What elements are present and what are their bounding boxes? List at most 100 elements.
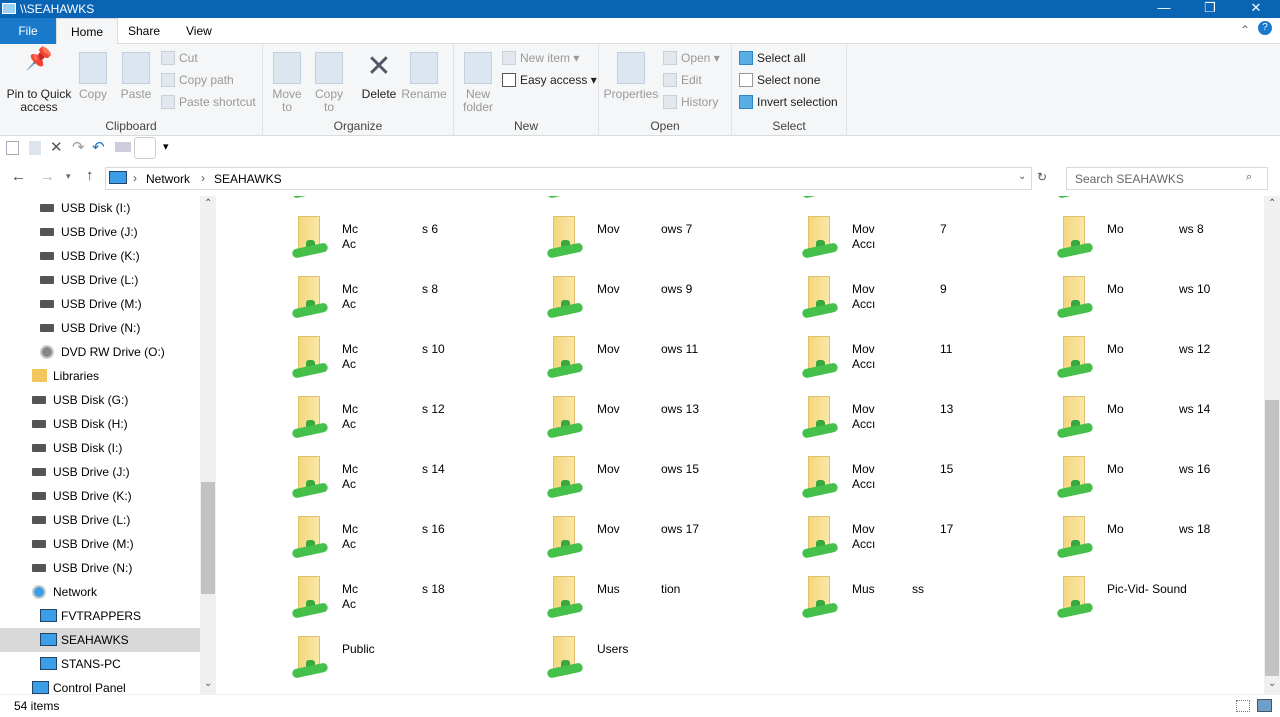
- qat-input[interactable]: [134, 137, 156, 159]
- folder-item[interactable]: Mc Ac s 6: [290, 214, 540, 270]
- redo-icon[interactable]: ↷: [72, 138, 85, 156]
- search-input[interactable]: Search SEAHAWKS: [1066, 167, 1268, 190]
- copy-path-button[interactable]: Copy path: [161, 70, 234, 90]
- nav-item[interactable]: USB Disk (I:): [0, 196, 200, 220]
- forward-icon[interactable]: →: [40, 168, 55, 185]
- refresh-icon[interactable]: ↻: [1037, 170, 1047, 184]
- new-folder-icon[interactable]: [29, 141, 41, 155]
- new-item-button[interactable]: New item ▾: [502, 48, 579, 68]
- folder-item[interactable]: Users: [545, 634, 795, 690]
- folder-item[interactable]: [800, 196, 1050, 210]
- content-scrollbar[interactable]: ⌃ ⌄: [1264, 196, 1280, 694]
- collapse-ribbon-icon[interactable]: ⌃: [1240, 23, 1250, 37]
- nav-item[interactable]: USB Disk (G:): [0, 388, 200, 412]
- folder-item[interactable]: Mov ows 7: [545, 214, 795, 270]
- folder-item[interactable]: Mov ows 9: [545, 274, 795, 330]
- folder-item[interactable]: Mo ws 18: [1055, 514, 1264, 570]
- nav-item[interactable]: USB Drive (M:): [0, 292, 200, 316]
- folder-item[interactable]: Mov ows 13: [545, 394, 795, 450]
- folder-item[interactable]: Mov ows 11: [545, 334, 795, 390]
- folder-item[interactable]: Mc Ac s 10: [290, 334, 540, 390]
- nav-item[interactable]: Network: [0, 580, 200, 604]
- recent-locations-icon[interactable]: ▾: [66, 171, 71, 182]
- select-all-button[interactable]: Select all: [739, 48, 806, 68]
- copy-to-button[interactable]: Copy to: [311, 50, 347, 114]
- rename-icon[interactable]: [115, 142, 131, 152]
- select-none-button[interactable]: Select none: [739, 70, 820, 90]
- easy-access-button[interactable]: Easy access ▾: [502, 70, 597, 90]
- nav-item[interactable]: USB Drive (M:): [0, 532, 200, 556]
- folder-item[interactable]: Mov Accı 15: [800, 454, 1050, 510]
- folder-item[interactable]: [1055, 196, 1264, 210]
- folder-item[interactable]: Mov ows 15: [545, 454, 795, 510]
- folder-item[interactable]: Mov Accı 13: [800, 394, 1050, 450]
- folder-item[interactable]: Mc Ac s 8: [290, 274, 540, 330]
- folder-item[interactable]: Mo ws 16: [1055, 454, 1264, 510]
- undo-icon[interactable]: ↶: [92, 138, 105, 156]
- folder-item[interactable]: Mo ws 10: [1055, 274, 1264, 330]
- breadcrumb-network[interactable]: Network: [146, 172, 190, 186]
- nav-item[interactable]: USB Disk (I:): [0, 436, 200, 460]
- nav-item[interactable]: USB Drive (L:): [0, 508, 200, 532]
- minimize-button[interactable]: —: [1141, 0, 1187, 18]
- details-view-icon[interactable]: [1236, 700, 1250, 712]
- rename-button[interactable]: Rename: [401, 50, 447, 101]
- properties-icon[interactable]: [6, 141, 19, 155]
- edit-button[interactable]: Edit: [663, 70, 702, 90]
- folder-item[interactable]: Mov Accı 9: [800, 274, 1050, 330]
- pin-to-quick-access-button[interactable]: 📌 Pin to Quick access: [4, 48, 74, 114]
- up-icon[interactable]: ↑: [86, 167, 94, 184]
- breadcrumb-seahawks[interactable]: SEAHAWKS: [214, 172, 282, 186]
- folder-item[interactable]: Mc Ac s 14: [290, 454, 540, 510]
- paste-button[interactable]: Paste: [118, 50, 154, 101]
- folder-item[interactable]: Mc Ac s 12: [290, 394, 540, 450]
- delete-button[interactable]: ✕ Delete: [359, 50, 399, 101]
- nav-item[interactable]: STANS-PC: [0, 652, 200, 676]
- folder-item[interactable]: Mov Accı 17: [800, 514, 1050, 570]
- nav-scrollbar[interactable]: ⌃ ⌄: [200, 196, 216, 694]
- tab-home[interactable]: Home: [56, 18, 119, 45]
- folder-item[interactable]: Mus ss: [800, 574, 1050, 630]
- delete-icon[interactable]: ✕: [50, 138, 63, 156]
- nav-item[interactable]: Libraries: [0, 364, 200, 388]
- folder-item[interactable]: Mov Accı 11: [800, 334, 1050, 390]
- nav-item[interactable]: USB Drive (N:): [0, 556, 200, 580]
- paste-shortcut-button[interactable]: Paste shortcut: [161, 92, 256, 112]
- content-scrollbar-thumb[interactable]: [1265, 400, 1279, 676]
- folder-item[interactable]: Public: [290, 634, 540, 690]
- help-icon[interactable]: ?: [1258, 21, 1272, 35]
- nav-item[interactable]: USB Drive (K:): [0, 244, 200, 268]
- folder-item[interactable]: Mc Ac s 16: [290, 514, 540, 570]
- nav-item[interactable]: USB Disk (H:): [0, 412, 200, 436]
- new-folder-button[interactable]: New folder: [460, 50, 496, 114]
- nav-item[interactable]: USB Drive (N:): [0, 316, 200, 340]
- nav-item[interactable]: USB Drive (K:): [0, 484, 200, 508]
- back-icon[interactable]: ←: [11, 168, 26, 185]
- nav-scrollbar-thumb[interactable]: [201, 482, 215, 594]
- folder-item[interactable]: Mus tion: [545, 574, 795, 630]
- maximize-button[interactable]: ❐: [1187, 0, 1233, 18]
- address-input[interactable]: › Network › SEAHAWKS ⌄: [105, 167, 1032, 190]
- nav-item[interactable]: FVTRAPPERS: [0, 604, 200, 628]
- nav-item[interactable]: SEAHAWKS: [0, 628, 200, 652]
- tab-share[interactable]: Share: [114, 18, 174, 44]
- folder-item[interactable]: Mov Accı 7: [800, 214, 1050, 270]
- tab-view[interactable]: View: [172, 18, 226, 44]
- folder-item[interactable]: Mc Ac s 18: [290, 574, 540, 630]
- folder-item[interactable]: [545, 196, 795, 210]
- nav-item[interactable]: USB Drive (L:): [0, 268, 200, 292]
- folder-item[interactable]: Mo ws 12: [1055, 334, 1264, 390]
- folder-item[interactable]: [290, 196, 540, 210]
- folder-item[interactable]: Mo ws 8: [1055, 214, 1264, 270]
- move-to-button[interactable]: Move to: [269, 50, 305, 114]
- invert-selection-button[interactable]: Invert selection: [739, 92, 838, 112]
- tab-file[interactable]: File: [0, 18, 56, 44]
- close-button[interactable]: ✕: [1233, 0, 1279, 18]
- nav-item[interactable]: USB Drive (J:): [0, 460, 200, 484]
- open-button[interactable]: Open ▾: [663, 48, 720, 68]
- nav-item[interactable]: DVD RW Drive (O:): [0, 340, 200, 364]
- customize-qat-icon[interactable]: ▾: [163, 140, 169, 153]
- copy-button[interactable]: Copy: [76, 50, 110, 101]
- address-dropdown-icon[interactable]: ⌄: [1018, 171, 1026, 182]
- cut-button[interactable]: Cut: [161, 48, 198, 68]
